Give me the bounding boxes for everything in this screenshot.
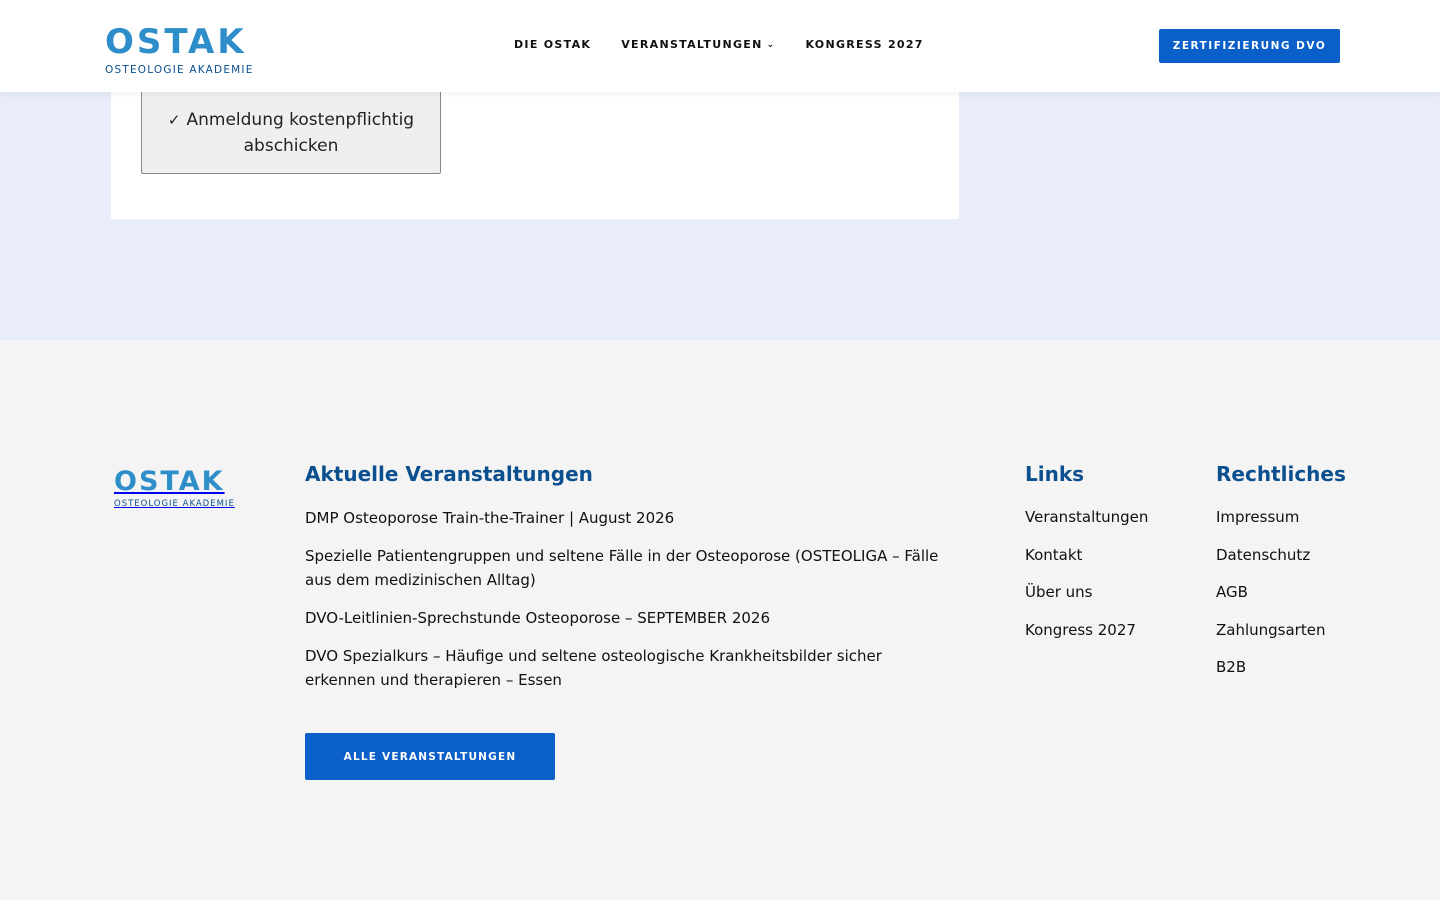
nav-item-label: KONGRESS 2027 [805, 38, 924, 51]
logo-wordmark: OSTAK [105, 22, 247, 62]
submit-label: Anmeldung kostenpflichtig abschicken [186, 109, 415, 156]
logo-wordmark: OSTAK [114, 466, 225, 497]
nav-item-label: DIE OSTAK [514, 38, 592, 51]
footer-link-b2b[interactable]: B2B [1216, 656, 1416, 678]
links-heading: Links [1025, 462, 1085, 486]
event-link[interactable]: DVO Spezialkurs – Häufige und seltene os… [305, 644, 950, 692]
zertifizierung-dvo-button[interactable]: ZERTIFIZIERUNG DVO [1159, 29, 1340, 63]
nav-item-kongress[interactable]: KONGRESS 2027 [805, 38, 923, 51]
footer-logo[interactable]: OSTAK OSTEOLOGIE AKADEMIE [114, 466, 235, 509]
event-link[interactable]: DMP Osteoporose Train-the-Trainer | Augu… [305, 506, 950, 530]
main-nav: DIE OSTAK VERANSTALTUNGEN ⌄ KONGRESS 2027 [514, 38, 954, 51]
site-header: OSTAK OSTEOLOGIE AKADEMIE DIE OSTAK VERA… [0, 0, 1440, 92]
footer-link-veranstaltungen[interactable]: Veranstaltungen [1025, 506, 1195, 528]
chevron-down-icon: ⌄ [766, 39, 776, 50]
footer-link-kongress[interactable]: Kongress 2027 [1025, 619, 1195, 641]
submit-registration-button[interactable]: ✓ Anmeldung kostenpflichtig abschicken [141, 92, 441, 174]
footer-link-datenschutz[interactable]: Datenschutz [1216, 544, 1416, 566]
logo-subtitle: OSTEOLOGIE AKADEMIE [114, 499, 235, 509]
legal-heading: Rechtliches [1216, 462, 1346, 486]
footer-events-column: Aktuelle Veranstaltungen DMP Osteoporose… [305, 462, 950, 706]
footer-link-impressum[interactable]: Impressum [1216, 506, 1416, 528]
nav-item-die-ostak[interactable]: DIE OSTAK [514, 38, 591, 51]
header-logo[interactable]: OSTAK OSTEOLOGIE AKADEMIE [105, 22, 254, 76]
footer-link-ueber-uns[interactable]: Über uns [1025, 581, 1195, 603]
footer-links-column: Links Veranstaltungen Kontakt Über uns K… [1025, 462, 1195, 656]
site-footer: OSTAK OSTEOLOGIE AKADEMIE Aktuelle Veran… [0, 340, 1440, 900]
events-heading: Aktuelle Veranstaltungen [305, 462, 593, 486]
check-icon: ✓ [167, 110, 181, 129]
all-events-button[interactable]: ALLE VERANSTALTUNGEN [305, 733, 555, 780]
footer-link-kontakt[interactable]: Kontakt [1025, 544, 1195, 566]
footer-link-zahlungsarten[interactable]: Zahlungsarten [1216, 619, 1416, 641]
event-link[interactable]: DVO-Leitlinien-Sprechstunde Osteoporose … [305, 606, 950, 630]
event-link[interactable]: Spezielle Patientengruppen und seltene F… [305, 544, 950, 592]
nav-item-label: VERANSTALTUNGEN [621, 38, 763, 51]
footer-legal-column: Rechtliches Impressum Datenschutz AGB Za… [1216, 462, 1416, 694]
logo-subtitle: OSTEOLOGIE AKADEMIE [105, 64, 254, 76]
footer-link-agb[interactable]: AGB [1216, 581, 1416, 603]
nav-item-veranstaltungen[interactable]: VERANSTALTUNGEN ⌄ [621, 38, 775, 51]
